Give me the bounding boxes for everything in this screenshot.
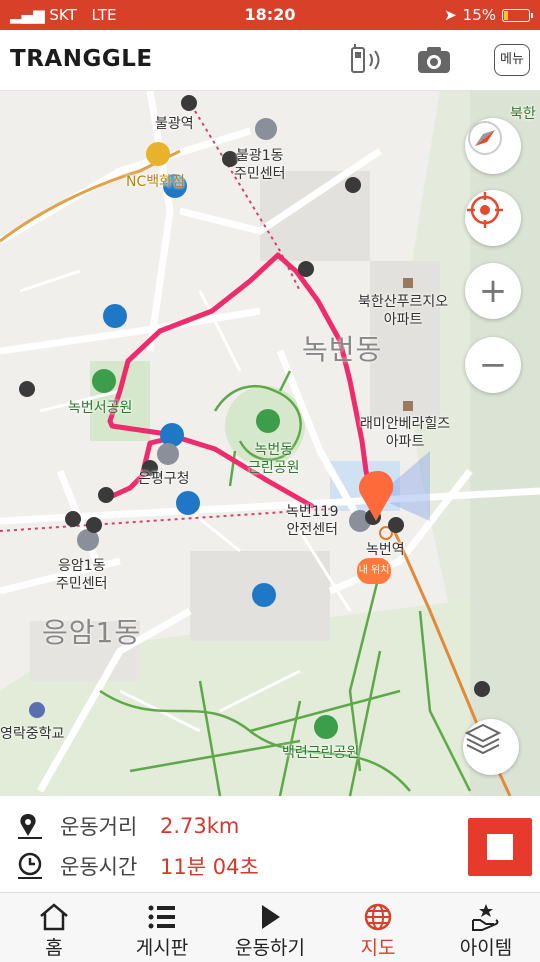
place-label: 북한: [510, 106, 536, 122]
place-label: 래미안베라힐즈 아파트: [360, 416, 451, 450]
battery-icon: [502, 8, 533, 22]
list-icon: [148, 905, 175, 929]
play-icon: [262, 905, 280, 929]
clock-icon: [18, 852, 42, 879]
globe-icon: [364, 903, 392, 931]
tab-home[interactable]: 홈: [0, 893, 108, 962]
zoom-out-icon: −: [478, 345, 508, 385]
tab-label: 지도: [360, 937, 396, 959]
time-value: 11분 04초: [160, 855, 259, 879]
place-label: 은평구청: [138, 471, 190, 487]
layers-button[interactable]: [463, 719, 519, 775]
battery-fill: [504, 10, 508, 20]
gift-icon: [472, 904, 499, 931]
dong-label: 응암1동: [42, 616, 142, 649]
tab-items[interactable]: 아이템: [432, 893, 540, 962]
status-bar: ▂▄▆ SKT LTE 18:20 ➤ 15%: [0, 0, 540, 30]
tab-workout[interactable]: 운동하기: [216, 893, 324, 962]
zoom-out-button[interactable]: −: [465, 337, 521, 393]
place-label: 불광1동 주민센터: [234, 148, 286, 182]
bottom-tab-bar: 홈 게시판 운동하기 지도 아이템: [0, 892, 540, 962]
app-logo: TRANGGLE: [10, 46, 153, 72]
battery-percent: 15%: [462, 6, 496, 24]
stop-button[interactable]: [468, 818, 532, 876]
locate-icon: [467, 192, 503, 228]
place-label: 녹번동 근린공원: [248, 442, 300, 476]
distance-value: 2.73km: [160, 814, 240, 838]
tab-label: 게시판: [135, 937, 189, 959]
walkie-icon[interactable]: [348, 44, 386, 80]
layers-icon: [464, 723, 502, 755]
place-label: 불광역: [155, 116, 194, 132]
my-location-pin[interactable]: 내 위치: [357, 558, 391, 584]
tab-label: 홈: [45, 937, 63, 959]
dong-label: 녹번동: [302, 333, 383, 366]
place-label: 백련근린공원: [282, 745, 360, 761]
place-label: NC백화점: [126, 174, 185, 190]
tab-board[interactable]: 게시판: [108, 893, 216, 962]
map-view[interactable]: 불광역 불광1동 주민센터 NC백화점 북한 북한산푸르지오 아파트 녹번동 녹…: [0, 91, 540, 796]
place-label: 녹번역: [366, 542, 405, 558]
stop-icon: [487, 834, 513, 860]
app-header: TRANGGLE 메뉴: [0, 30, 540, 91]
distance-label: 운동거리: [60, 815, 138, 839]
place-label: 녹번119 안전센터: [286, 504, 339, 538]
workout-stats-panel: 운동거리 2.73km 운동시간 11분 04초: [0, 796, 540, 892]
camera-icon[interactable]: [416, 45, 452, 79]
compass-button[interactable]: [465, 118, 521, 174]
tab-label: 운동하기: [235, 937, 305, 959]
tab-map[interactable]: 지도: [324, 893, 432, 962]
time-row: 운동시간 11분 04초: [14, 850, 259, 882]
zoom-in-button[interactable]: +: [465, 263, 521, 319]
home-icon: [40, 903, 68, 931]
zoom-in-icon: +: [478, 271, 508, 311]
place-label: 영락중학교: [0, 726, 65, 742]
time-label: 운동시간: [60, 855, 138, 879]
compass-icon: [468, 121, 502, 155]
tab-label: 아이템: [459, 937, 513, 959]
place-label: 녹번서공원: [68, 400, 133, 416]
menu-button[interactable]: 메뉴: [494, 44, 530, 76]
locate-button[interactable]: [465, 190, 521, 246]
distance-row: 운동거리 2.73km: [14, 810, 239, 842]
battery-area: ➤ 15%: [444, 6, 533, 24]
location-arrow-icon: ➤: [444, 6, 457, 24]
place-label: 응암1동 주민센터: [56, 558, 108, 592]
distance-pin-icon: [18, 814, 42, 839]
place-label: 북한산푸르지오 아파트: [358, 294, 449, 328]
